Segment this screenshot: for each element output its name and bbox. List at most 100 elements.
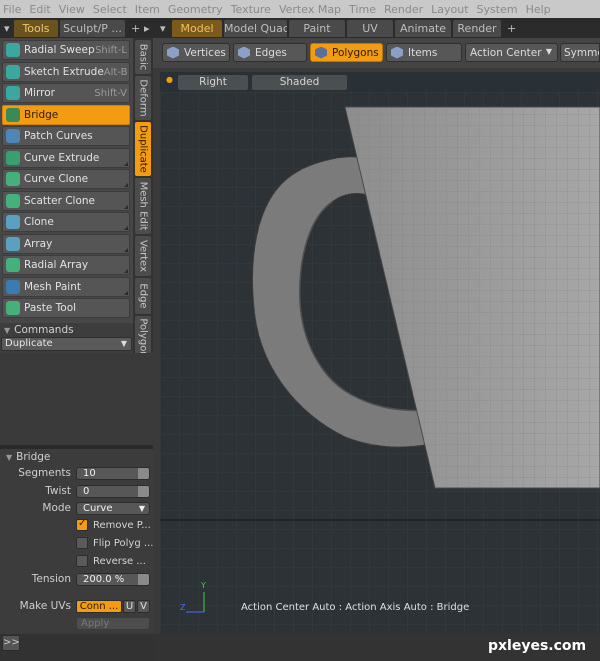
twist-field[interactable]: 0 <box>76 485 150 498</box>
panel-dropdown-icon[interactable]: ▾ <box>4 20 10 37</box>
side-tab-edge[interactable]: Edge <box>135 278 151 314</box>
tool-mesh-paint[interactable]: Mesh Paint <box>2 277 130 297</box>
polygons-mode-button[interactable]: Polygons <box>310 43 383 62</box>
items-icon <box>391 46 403 59</box>
tab-animate[interactable]: Animate <box>395 20 451 37</box>
tool-mirror[interactable]: Mirror Shift-V <box>2 83 130 103</box>
side-tab-duplicate[interactable]: Duplicate <box>135 122 151 176</box>
segments-label: Segments <box>18 467 71 479</box>
tool-sketch-extrude[interactable]: Sketch Extrude Alt-B <box>2 62 130 82</box>
tab-render[interactable]: Render <box>453 20 501 37</box>
menu-help[interactable]: Help <box>523 3 556 16</box>
bridge-props-header[interactable]: ▼ Bridge <box>6 451 50 463</box>
submenu-corner-icon <box>124 248 128 252</box>
menu-render[interactable]: Render <box>381 3 428 16</box>
flip-polygons-checkbox[interactable]: Flip Polyg ... <box>76 537 153 549</box>
menu-texture[interactable]: Texture <box>228 3 276 16</box>
tension-field[interactable]: 200.0 % <box>76 573 150 586</box>
menu-time[interactable]: Time <box>346 3 381 16</box>
spin-arrows-icon[interactable] <box>138 574 149 585</box>
mode-dropdown[interactable]: Curve ▼ <box>76 502 150 515</box>
edges-mode-button[interactable]: Edges <box>233 43 307 62</box>
remove-polygons-checkbox[interactable]: Remove P... <box>76 518 151 531</box>
submenu-corner-icon <box>124 291 128 295</box>
menu-edit[interactable]: Edit <box>26 3 55 16</box>
layout-dropdown-icon[interactable]: ▾ <box>160 20 166 37</box>
view-type-dropdown[interactable]: Right <box>178 75 248 90</box>
expand-panel-button[interactable]: >> <box>2 635 20 651</box>
menu-file[interactable]: File <box>0 3 26 16</box>
commands-dropdown[interactable]: Duplicate ▼ <box>1 337 132 351</box>
tool-curve-clone[interactable]: Curve Clone <box>2 169 130 189</box>
vertices-mode-button[interactable]: Vertices <box>162 43 230 62</box>
side-tab-label: Duplicate <box>137 125 149 173</box>
menu-system[interactable]: System <box>474 3 523 16</box>
tool-category-tabs: Basic Deform Duplicate Mesh Edit Vertex … <box>133 38 153 398</box>
make-uvs-v-option[interactable]: V <box>137 600 150 613</box>
selection-mode-toolbar: Vertices Edges Polygons Items Action Cen… <box>153 38 600 68</box>
bridge-icon <box>6 108 20 122</box>
menu-vertex-map[interactable]: Vertex Map <box>276 3 346 16</box>
side-tab-deform[interactable]: Deform <box>135 76 151 120</box>
shading-dropdown[interactable]: Shaded <box>252 75 347 90</box>
tool-shortcut: Shift-L <box>95 44 127 56</box>
items-mode-button[interactable]: Items <box>386 43 462 62</box>
sketch-extrude-icon <box>6 65 20 79</box>
action-center-dropdown[interactable]: Action Center ▼ <box>465 43 558 62</box>
add-layout-tab-icon[interactable]: + <box>507 20 516 37</box>
tool-scatter-clone[interactable]: Scatter Clone <box>2 191 130 211</box>
tab-model[interactable]: Model <box>172 20 222 37</box>
tab-tools[interactable]: Tools <box>14 20 58 37</box>
symmetry-button[interactable]: Symmetry <box>560 43 600 62</box>
tab-overflow-icon[interactable]: ▸ <box>144 20 150 37</box>
make-uvs-u-option[interactable]: U <box>123 600 136 613</box>
checkbox-box[interactable] <box>76 537 88 549</box>
viewport-options-icon[interactable]: ● <box>166 75 173 84</box>
tool-patch-curves[interactable]: Patch Curves <box>2 126 130 146</box>
viewport-3d[interactable]: Y Z Action Center Auto : Action Axis Aut… <box>160 92 600 634</box>
checkbox-box[interactable] <box>76 518 88 531</box>
tool-radial-array[interactable]: Radial Array <box>2 255 130 275</box>
make-uvs-connect-option[interactable]: Conn ... <box>76 600 122 613</box>
segments-field[interactable]: 10 <box>76 467 150 480</box>
spin-arrows-icon[interactable] <box>138 468 149 479</box>
segments-value: 10 <box>83 468 96 479</box>
chevron-down-icon: ▼ <box>138 504 145 513</box>
tension-value: 200.0 % <box>83 574 125 585</box>
viewport-status-text: Action Center Auto : Action Axis Auto : … <box>241 602 470 613</box>
tool-curve-extrude[interactable]: Curve Extrude <box>2 148 130 168</box>
bridge-props-title: Bridge <box>16 451 51 463</box>
tab-uv[interactable]: UV <box>347 20 393 37</box>
tool-clone[interactable]: Clone <box>2 212 130 232</box>
tab-model-quad[interactable]: Model Quad <box>224 20 287 37</box>
checkbox-box[interactable] <box>76 555 88 567</box>
add-panel-tab-icon[interactable]: + <box>131 20 140 37</box>
tool-array[interactable]: Array <box>2 234 130 254</box>
menu-select[interactable]: Select <box>90 3 132 16</box>
reverse-checkbox[interactable]: Reverse ... <box>76 555 146 567</box>
button-label: Edges <box>255 46 287 59</box>
menu-item[interactable]: Item <box>132 3 165 16</box>
commands-header[interactable]: ▼ Commands <box>4 324 74 336</box>
side-tab-basic[interactable]: Basic <box>135 40 151 74</box>
menu-geometry[interactable]: Geometry <box>165 3 228 16</box>
chevron-down-icon: ▼ <box>120 339 127 348</box>
tab-sculpt[interactable]: Sculpt/P ... <box>60 20 125 37</box>
watermark-text: pxleyes.com <box>488 638 587 654</box>
tool-label: Scatter Clone <box>24 195 96 207</box>
menu-layout[interactable]: Layout <box>428 3 473 16</box>
tool-bridge[interactable]: Bridge <box>2 105 130 125</box>
tool-paste-tool[interactable]: Paste Tool <box>2 298 130 318</box>
spin-arrows-icon[interactable] <box>138 486 149 497</box>
side-tab-label: Polygon <box>137 318 149 358</box>
empty-panel-area <box>0 353 153 445</box>
side-tab-mesh-edit[interactable]: Mesh Edit <box>135 178 151 234</box>
apply-button[interactable]: Apply <box>76 617 150 630</box>
side-tab-vertex[interactable]: Vertex <box>135 236 151 276</box>
menu-view[interactable]: View <box>56 3 90 16</box>
tab-paint[interactable]: Paint <box>289 20 345 37</box>
tool-radial-sweep[interactable]: Radial Sweep Shift-L <box>2 40 130 60</box>
mesh-paint-icon <box>6 280 20 294</box>
curve-clone-icon <box>6 172 20 186</box>
view-type-label: Right <box>199 76 227 88</box>
